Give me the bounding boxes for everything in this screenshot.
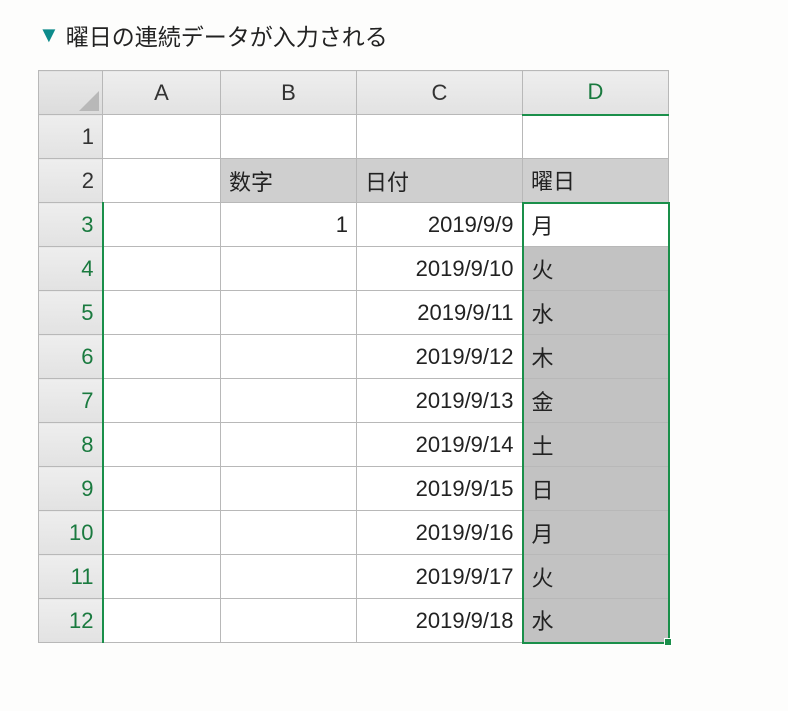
cell-a10[interactable] bbox=[103, 511, 221, 555]
cell-b6[interactable] bbox=[221, 335, 357, 379]
row-header[interactable]: 3 bbox=[39, 203, 103, 247]
cell-d12[interactable]: 水 bbox=[523, 599, 669, 643]
table-row: 5 2019/9/11 水 bbox=[39, 291, 669, 335]
fill-handle-icon[interactable] bbox=[664, 638, 672, 646]
row-header[interactable]: 6 bbox=[39, 335, 103, 379]
cell-d6[interactable]: 木 bbox=[523, 335, 669, 379]
cell-a2[interactable] bbox=[103, 159, 221, 203]
cell-d9[interactable]: 日 bbox=[523, 467, 669, 511]
cell-d1[interactable] bbox=[523, 115, 669, 159]
cell-c8[interactable]: 2019/9/14 bbox=[357, 423, 523, 467]
cell-c9[interactable]: 2019/9/15 bbox=[357, 467, 523, 511]
select-all-icon bbox=[79, 91, 99, 111]
table-row: 7 2019/9/13 金 bbox=[39, 379, 669, 423]
row-header[interactable]: 11 bbox=[39, 555, 103, 599]
row-header[interactable]: 2 bbox=[39, 159, 103, 203]
row-header[interactable]: 4 bbox=[39, 247, 103, 291]
cell-b8[interactable] bbox=[221, 423, 357, 467]
cell-c3[interactable]: 2019/9/9 bbox=[357, 203, 523, 247]
cell-c1[interactable] bbox=[357, 115, 523, 159]
cell-d12-value: 水 bbox=[532, 609, 554, 634]
cell-b1[interactable] bbox=[221, 115, 357, 159]
cell-d8[interactable]: 土 bbox=[523, 423, 669, 467]
cell-c12[interactable]: 2019/9/18 bbox=[357, 599, 523, 643]
cell-c2[interactable]: 日付 bbox=[357, 159, 523, 203]
table-row: 9 2019/9/15 日 bbox=[39, 467, 669, 511]
select-all-corner[interactable] bbox=[39, 71, 103, 115]
cell-b2[interactable]: 数字 bbox=[221, 159, 357, 203]
cell-b5[interactable] bbox=[221, 291, 357, 335]
table-row: 2 数字 日付 曜日 bbox=[39, 159, 669, 203]
row-header[interactable]: 7 bbox=[39, 379, 103, 423]
table-row: 6 2019/9/12 木 bbox=[39, 335, 669, 379]
cell-b4[interactable] bbox=[221, 247, 357, 291]
column-header-a[interactable]: A bbox=[103, 71, 221, 115]
cell-c5[interactable]: 2019/9/11 bbox=[357, 291, 523, 335]
row-header[interactable]: 12 bbox=[39, 599, 103, 643]
cell-b11[interactable] bbox=[221, 555, 357, 599]
table-row: 11 2019/9/17 火 bbox=[39, 555, 669, 599]
cell-a1[interactable] bbox=[103, 115, 221, 159]
cell-d3-active[interactable]: 月 bbox=[523, 203, 669, 247]
row-header[interactable]: 10 bbox=[39, 511, 103, 555]
caption-text: 曜日の連続データが入力される bbox=[66, 18, 388, 52]
column-header-b[interactable]: B bbox=[221, 71, 357, 115]
cell-a8[interactable] bbox=[103, 423, 221, 467]
cell-d4[interactable]: 火 bbox=[523, 247, 669, 291]
cell-a3[interactable] bbox=[103, 203, 221, 247]
cell-b9[interactable] bbox=[221, 467, 357, 511]
cell-c10[interactable]: 2019/9/16 bbox=[357, 511, 523, 555]
cell-b3[interactable]: 1 bbox=[221, 203, 357, 247]
cell-d7[interactable]: 金 bbox=[523, 379, 669, 423]
row-header[interactable]: 1 bbox=[39, 115, 103, 159]
triangle-icon: ▼ bbox=[38, 22, 60, 48]
table-row: 12 2019/9/18 水 bbox=[39, 599, 669, 643]
cell-d11[interactable]: 火 bbox=[523, 555, 669, 599]
caption: ▼ 曜日の連続データが入力される bbox=[38, 18, 750, 52]
column-header-c[interactable]: C bbox=[357, 71, 523, 115]
cell-d5[interactable]: 水 bbox=[523, 291, 669, 335]
column-header-d[interactable]: D bbox=[523, 71, 669, 115]
cell-a12[interactable] bbox=[103, 599, 221, 643]
cell-c7[interactable]: 2019/9/13 bbox=[357, 379, 523, 423]
cell-c4[interactable]: 2019/9/10 bbox=[357, 247, 523, 291]
table-row: 4 2019/9/10 火 bbox=[39, 247, 669, 291]
row-header[interactable]: 9 bbox=[39, 467, 103, 511]
cell-a5[interactable] bbox=[103, 291, 221, 335]
table-row: 1 bbox=[39, 115, 669, 159]
cell-d2[interactable]: 曜日 bbox=[523, 159, 669, 203]
table-row: 3 1 2019/9/9 月 bbox=[39, 203, 669, 247]
cell-b12[interactable] bbox=[221, 599, 357, 643]
cell-a9[interactable] bbox=[103, 467, 221, 511]
cell-a7[interactable] bbox=[103, 379, 221, 423]
cell-c6[interactable]: 2019/9/12 bbox=[357, 335, 523, 379]
row-header[interactable]: 8 bbox=[39, 423, 103, 467]
table-row: 8 2019/9/14 土 bbox=[39, 423, 669, 467]
cell-d10[interactable]: 月 bbox=[523, 511, 669, 555]
cell-b7[interactable] bbox=[221, 379, 357, 423]
table-row: 10 2019/9/16 月 bbox=[39, 511, 669, 555]
cell-a11[interactable] bbox=[103, 555, 221, 599]
cell-a4[interactable] bbox=[103, 247, 221, 291]
cell-a6[interactable] bbox=[103, 335, 221, 379]
spreadsheet-grid[interactable]: A B C D 1 2 数字 日付 曜日 3 1 2019/9/9 月 4 20… bbox=[38, 70, 670, 644]
cell-c11[interactable]: 2019/9/17 bbox=[357, 555, 523, 599]
row-header[interactable]: 5 bbox=[39, 291, 103, 335]
cell-b10[interactable] bbox=[221, 511, 357, 555]
